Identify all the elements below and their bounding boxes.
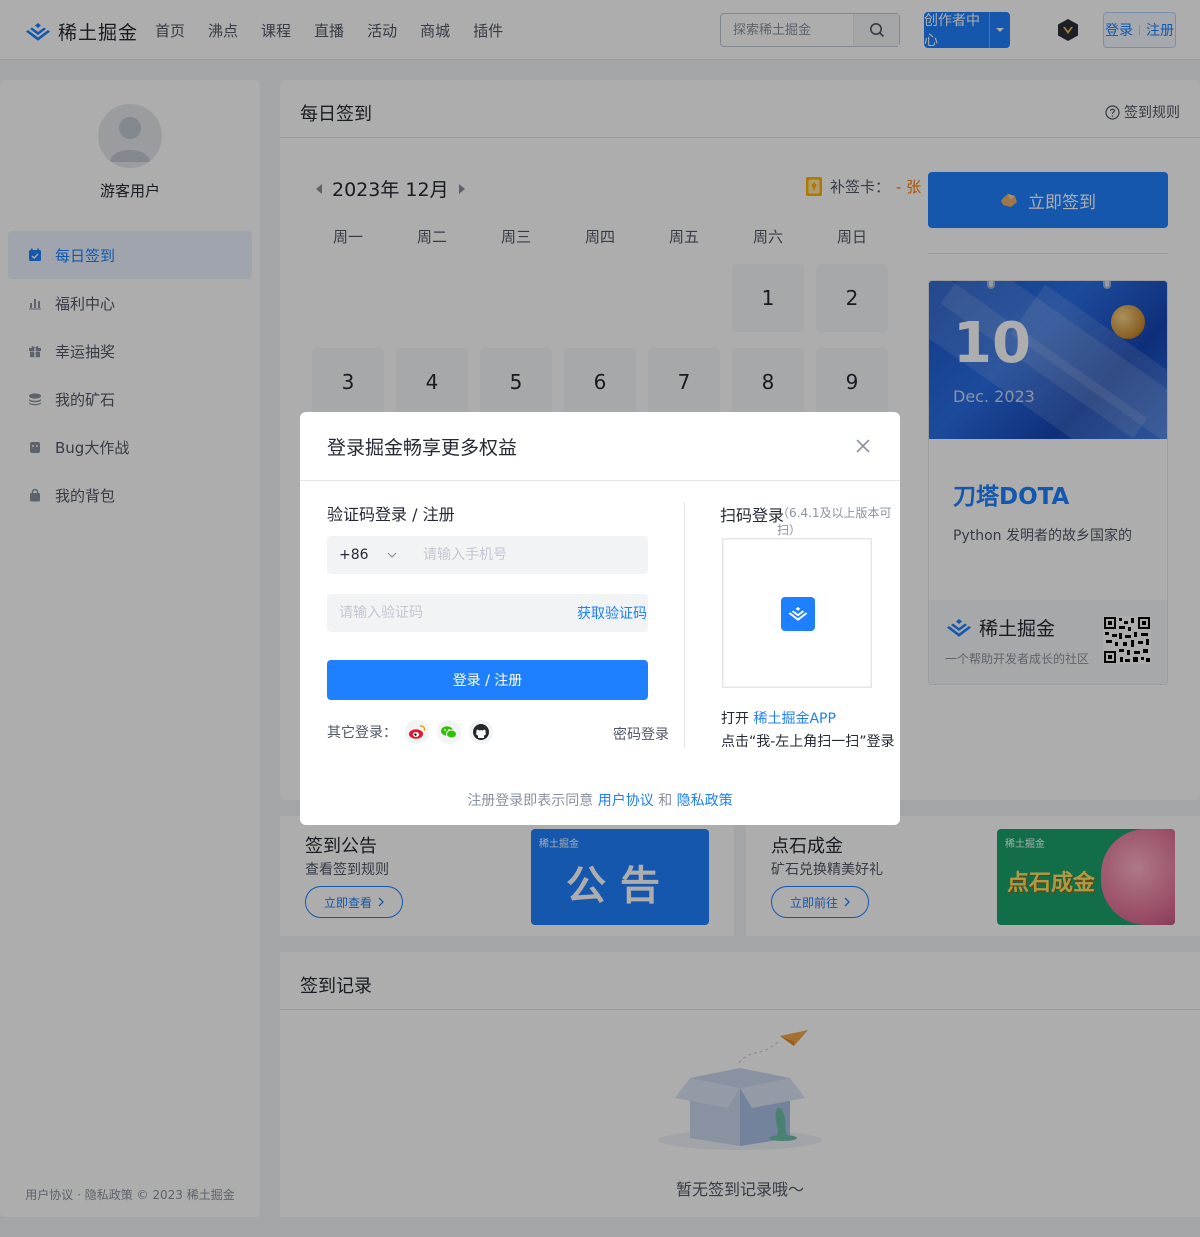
wechat-icon [441, 726, 457, 739]
wechat-login-button[interactable] [437, 720, 461, 744]
scan-login-note: （6.4.1及以上版本可扫） [777, 506, 892, 537]
qr-center-logo [781, 597, 815, 631]
password-login-link[interactable]: 密码登录 [613, 724, 669, 744]
agreement-prefix: 注册登录即表示同意 [467, 793, 598, 809]
scan-instruction-2: 点击“我-左上角扫一扫”登录 [721, 734, 895, 750]
login-submit-button[interactable]: 登录 / 注册 [327, 660, 648, 700]
other-login-row: 其它登录： [327, 720, 493, 744]
juejin-logo-icon [788, 606, 808, 621]
get-code-button[interactable]: 获取验证码 [567, 603, 647, 623]
scan-login-title: 扫码登录 [720, 506, 785, 525]
modal-vertical-divider [684, 502, 685, 748]
scan-instruction-1: 打开 稀土掘金APP [721, 708, 836, 728]
agreement-mid: 和 [653, 793, 677, 809]
agreement-text: 注册登录即表示同意 用户协议 和 隐私政策 [300, 790, 900, 810]
user-agreement-link[interactable]: 用户协议 [598, 793, 654, 809]
weibo-icon [409, 725, 426, 739]
github-icon [473, 724, 489, 740]
login-qr-code[interactable] [722, 538, 872, 688]
chevron-down-icon [387, 552, 396, 558]
login-modal: 登录掘金畅享更多权益 验证码登录 / 注册 +86 获取验证码 登录 / 注册 … [300, 412, 900, 825]
close-icon[interactable] [853, 436, 873, 456]
country-code-value: +86 [339, 547, 369, 563]
code-field: 获取验证码 [327, 594, 648, 632]
country-code-select[interactable]: +86 [327, 547, 411, 563]
phone-input[interactable] [411, 537, 641, 573]
other-login-label: 其它登录： [327, 725, 397, 741]
modal-header-divider [300, 480, 900, 481]
app-download-link[interactable]: 稀土掘金APP [753, 711, 835, 727]
weibo-login-button[interactable] [405, 720, 429, 744]
phone-field: +86 [327, 536, 648, 574]
login-method-title: 验证码登录 / 注册 [327, 505, 455, 524]
github-login-button[interactable] [469, 720, 493, 744]
scan-instruction-prefix: 打开 [721, 711, 754, 727]
login-modal-title: 登录掘金畅享更多权益 [327, 437, 518, 459]
verification-code-input[interactable] [327, 595, 567, 631]
privacy-policy-link[interactable]: 隐私政策 [677, 793, 733, 809]
